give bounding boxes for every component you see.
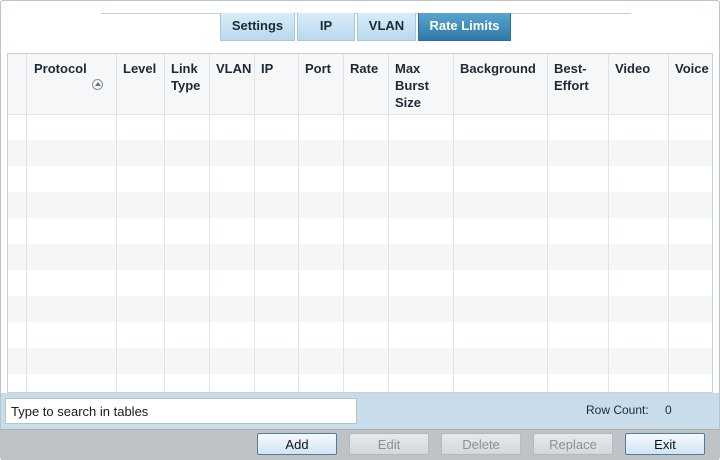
sort-ascending-icon[interactable] xyxy=(92,79,103,90)
header-line: Size xyxy=(395,95,422,110)
column-divider xyxy=(254,54,255,392)
row-count-label: Row Count: xyxy=(586,403,649,417)
column-divider xyxy=(164,54,165,392)
exit-button[interactable]: Exit xyxy=(625,433,705,455)
add-button[interactable]: Add xyxy=(257,433,337,455)
column-header-max-burst-size[interactable]: Max Burst Size xyxy=(395,60,429,111)
column-divider xyxy=(26,54,27,392)
header-line: Max xyxy=(395,61,421,76)
rate-limits-panel: Settings IP VLAN Rate Limits Protocol Le… xyxy=(0,0,720,460)
row-count-value: 0 xyxy=(665,403,672,417)
column-divider xyxy=(298,54,299,392)
column-header-background[interactable]: Background xyxy=(460,60,536,77)
table-row xyxy=(8,218,712,244)
action-button-bar: Add Edit Delete Replace Exit xyxy=(1,429,719,460)
table-row xyxy=(8,140,712,166)
tab-ip[interactable]: IP xyxy=(297,13,355,41)
header-line: Burst xyxy=(395,78,429,93)
column-header-rate[interactable]: Rate xyxy=(350,60,378,77)
column-divider xyxy=(116,54,117,392)
column-divider xyxy=(343,54,344,392)
column-divider xyxy=(668,54,669,392)
table-row xyxy=(8,114,712,140)
table-search-input[interactable] xyxy=(5,398,357,424)
delete-button[interactable]: Delete xyxy=(441,433,521,455)
header-line: Best- xyxy=(554,61,587,76)
column-divider xyxy=(209,54,210,392)
column-header-level[interactable]: Level xyxy=(123,60,156,77)
tab-rate-limits[interactable]: Rate Limits xyxy=(418,13,511,41)
header-line: Effort xyxy=(554,78,589,93)
column-header-voice[interactable]: Voice xyxy=(675,60,709,77)
table-footer: Row Count: 0 xyxy=(1,393,719,429)
replace-button[interactable]: Replace xyxy=(533,433,613,455)
table-row xyxy=(8,374,712,392)
table-row xyxy=(8,296,712,322)
tab-vlan[interactable]: VLAN xyxy=(357,13,416,41)
edit-button[interactable]: Edit xyxy=(349,433,429,455)
table-row xyxy=(8,244,712,270)
column-header-protocol[interactable]: Protocol xyxy=(34,60,87,77)
column-header-ip[interactable]: IP xyxy=(261,60,273,77)
column-divider xyxy=(608,54,609,392)
column-divider xyxy=(547,54,548,392)
column-header-link-type[interactable]: Link Type xyxy=(171,60,200,94)
table-header: Protocol Level Link Type VLAN IP Port Ra… xyxy=(8,54,712,115)
table-row xyxy=(8,348,712,374)
table-row xyxy=(8,166,712,192)
column-divider xyxy=(453,54,454,392)
column-header-video[interactable]: Video xyxy=(615,60,650,77)
rate-limits-table: Protocol Level Link Type VLAN IP Port Ra… xyxy=(7,53,713,393)
table-body xyxy=(8,114,712,392)
header-line: Type xyxy=(171,78,201,93)
table-row xyxy=(8,192,712,218)
column-header-best-effort[interactable]: Best- Effort xyxy=(554,60,589,94)
column-divider xyxy=(388,54,389,392)
tab-bar: Settings IP VLAN Rate Limits xyxy=(220,13,511,41)
column-header-port[interactable]: Port xyxy=(305,60,331,77)
column-header-vlan[interactable]: VLAN xyxy=(216,60,251,77)
header-line: Link xyxy=(171,61,198,76)
table-row xyxy=(8,322,712,348)
table-row xyxy=(8,270,712,296)
tab-settings[interactable]: Settings xyxy=(220,13,295,41)
